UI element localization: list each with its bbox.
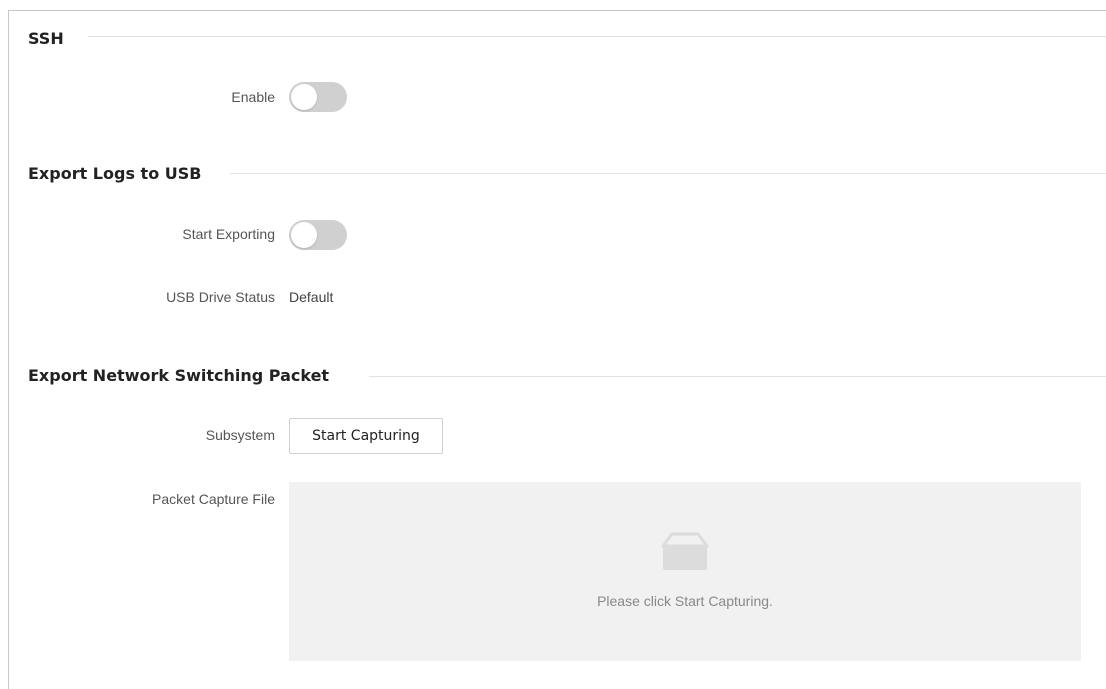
toggle-knob bbox=[291, 84, 317, 110]
packet-capture-file-area: Please click Start Capturing. bbox=[289, 482, 1081, 661]
start-capturing-button[interactable]: Start Capturing bbox=[289, 418, 443, 454]
usb-drive-status-value: Default bbox=[289, 289, 334, 305]
enable-label: Enable bbox=[231, 89, 275, 105]
start-exporting-toggle[interactable] bbox=[289, 220, 347, 250]
section-divider-ssh bbox=[88, 36, 1106, 37]
start-exporting-label: Start Exporting bbox=[182, 226, 275, 242]
section-divider-export-packet bbox=[369, 376, 1106, 377]
subsystem-label: Subsystem bbox=[205, 427, 275, 443]
usb-drive-status-label: USB Drive Status bbox=[166, 289, 275, 305]
section-title-export-logs: Export Logs to USB bbox=[28, 164, 202, 183]
section-title-export-packet: Export Network Switching Packet bbox=[28, 366, 330, 385]
ssh-enable-toggle[interactable] bbox=[289, 82, 347, 112]
section-divider-export-logs bbox=[230, 173, 1106, 174]
toggle-knob bbox=[291, 222, 317, 248]
empty-box-icon bbox=[661, 532, 709, 570]
empty-state-message: Please click Start Capturing. bbox=[597, 593, 773, 609]
packet-capture-file-label: Packet Capture File bbox=[152, 491, 275, 507]
section-title-ssh: SSH bbox=[28, 29, 64, 48]
